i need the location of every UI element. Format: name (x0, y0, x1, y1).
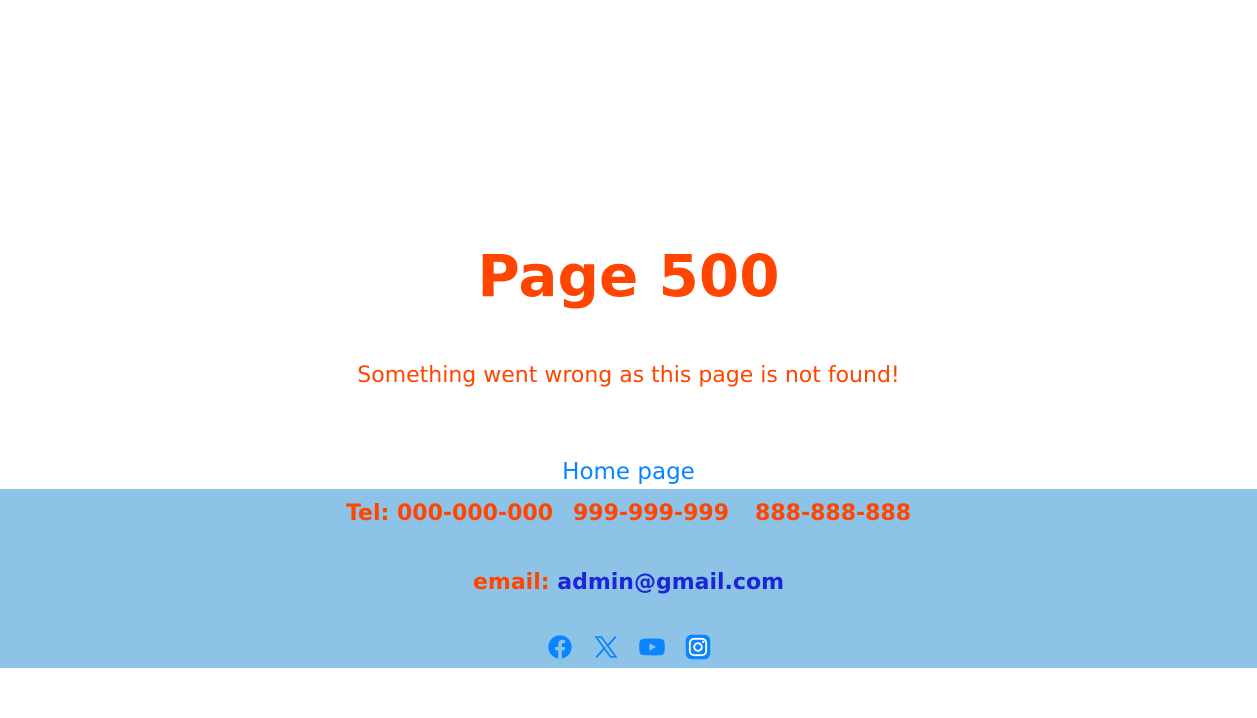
email-line: email: admin@gmail.com (0, 568, 1257, 598)
youtube-icon[interactable] (638, 633, 666, 661)
x-icon[interactable] (592, 633, 620, 661)
error-message: Something went wrong as this page is not… (357, 363, 900, 388)
tel-label: Tel: (345, 501, 390, 526)
home-link-wrapper: Home page (0, 456, 1257, 488)
instagram-icon[interactable] (684, 633, 712, 661)
phone-numbers: Tel: 000-000-000 999-999-999 888-888-888 (0, 499, 1257, 529)
error-main: Page 500 Something went wrong as this pa… (0, 0, 1257, 489)
page-title: Page 500 (477, 242, 780, 310)
email-label: email: (472, 570, 550, 595)
phone-number-3: 888-888-888 (755, 501, 912, 526)
facebook-icon[interactable] (546, 633, 574, 661)
phone-number-1: 000-000-000 (396, 501, 553, 526)
email-address[interactable]: admin@gmail.com (557, 570, 784, 595)
home-page-link[interactable]: Home page (562, 459, 695, 485)
phone-number-2: 999-999-999 (573, 501, 730, 526)
footer: Tel: 000-000-000 999-999-999 888-888-888 e… (0, 489, 1257, 668)
social-links (0, 633, 1257, 661)
